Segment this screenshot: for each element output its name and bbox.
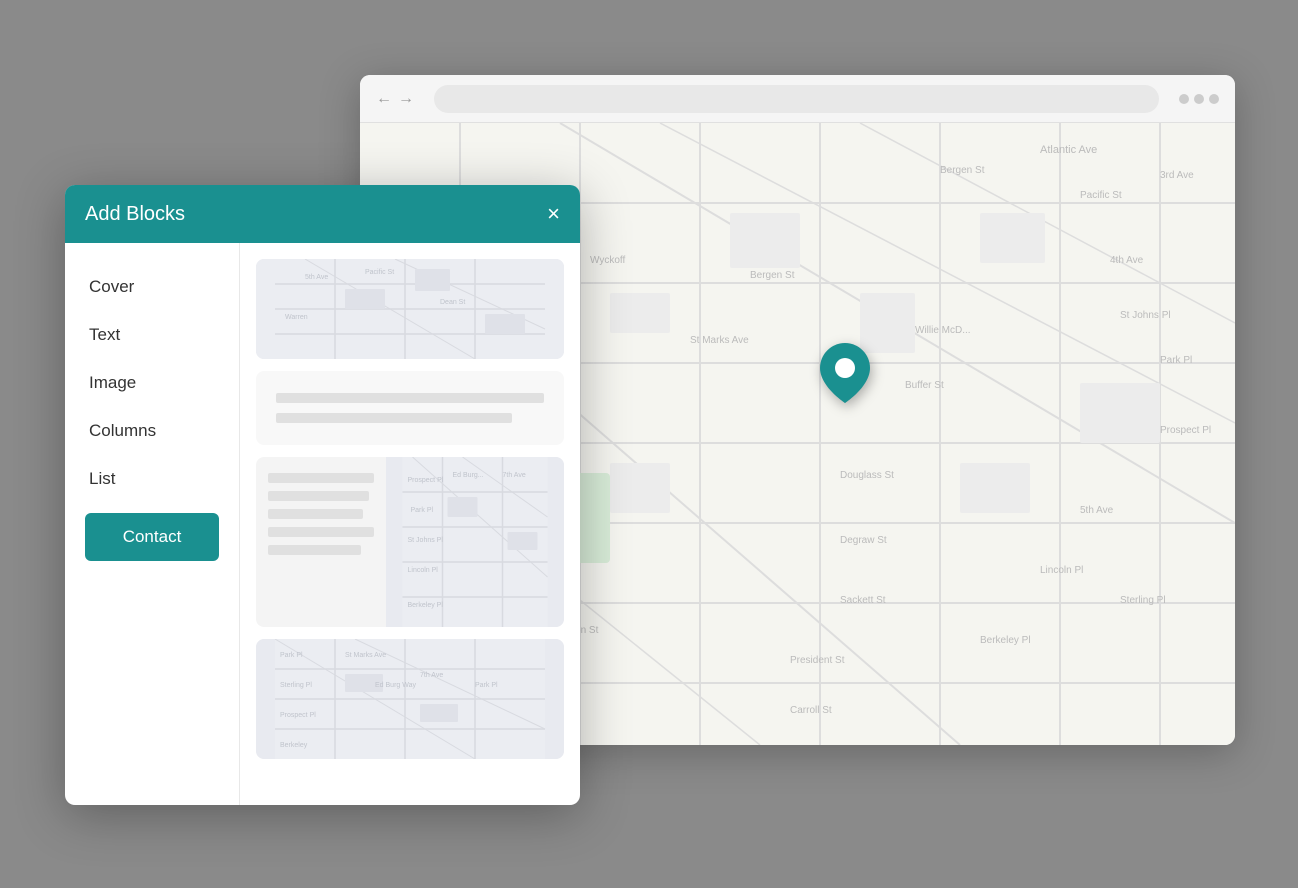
svg-text:4th Ave: 4th Ave — [1110, 255, 1144, 266]
dot-2 — [1194, 94, 1204, 104]
preview-card-cover[interactable]: 5th Ave Pacific St Dean St Warren — [256, 259, 564, 359]
contact-button[interactable]: Contact — [85, 513, 219, 561]
dot-1 — [1179, 94, 1189, 104]
svg-text:Berkeley Pl: Berkeley Pl — [980, 635, 1031, 646]
panel-body: Cover Text Image Columns List Contact — [65, 243, 580, 805]
svg-text:St Marks Ave: St Marks Ave — [690, 335, 749, 346]
browser-toolbar: ← → — [360, 75, 1235, 123]
svg-text:Carroll St: Carroll St — [790, 705, 832, 716]
svg-text:7th Ave: 7th Ave — [420, 672, 443, 679]
svg-text:Park Pl: Park Pl — [411, 507, 434, 514]
browser-nav: ← → — [376, 90, 414, 108]
back-button[interactable]: ← — [376, 90, 392, 108]
panel-header: Add Blocks × — [65, 185, 580, 243]
svg-text:Wyckoff: Wyckoff — [590, 255, 626, 266]
svg-text:Atlantic Ave: Atlantic Ave — [1040, 144, 1097, 156]
svg-text:5th Ave: 5th Ave — [1080, 505, 1114, 516]
svg-text:Berkeley: Berkeley — [280, 742, 308, 749]
svg-text:Degraw St: Degraw St — [840, 535, 887, 546]
svg-text:Sackett St: Sackett St — [840, 595, 886, 606]
svg-text:5th Ave: 5th Ave — [305, 274, 328, 281]
svg-text:Prospect Pl: Prospect Pl — [1160, 425, 1211, 436]
svg-text:7th Ave: 7th Ave — [503, 472, 526, 479]
combo-preview: Prospect Pl Park Pl St Johns Pl Lincoln … — [256, 457, 564, 627]
browser-dots — [1179, 94, 1219, 104]
map-pin — [820, 343, 870, 403]
combo-map-area: Prospect Pl Park Pl St Johns Pl Lincoln … — [386, 457, 564, 627]
add-blocks-panel: Add Blocks × Cover Text Image Columns Li… — [65, 185, 580, 805]
svg-text:Prospect Pl: Prospect Pl — [408, 477, 444, 484]
text-line-2 — [276, 413, 512, 423]
svg-text:Pacific St: Pacific St — [1080, 190, 1122, 201]
sidebar-item-image[interactable]: Image — [65, 359, 239, 407]
svg-text:Sterling Pl: Sterling Pl — [280, 682, 312, 689]
text-preview — [256, 371, 564, 445]
svg-text:Buffer St: Buffer St — [905, 380, 944, 391]
svg-text:Park Pl: Park Pl — [280, 652, 303, 659]
svg-text:Berkeley Pl: Berkeley Pl — [408, 602, 444, 609]
mini-map-1: 5th Ave Pacific St Dean St Warren — [256, 259, 564, 359]
svg-text:Park Pl: Park Pl — [475, 682, 498, 689]
svg-text:3rd Ave: 3rd Ave — [1160, 170, 1194, 181]
combo-text-area — [256, 457, 386, 627]
combo-line-1 — [268, 473, 374, 483]
sidebar-item-columns[interactable]: Columns — [65, 407, 239, 455]
svg-text:St Johns Pl: St Johns Pl — [408, 537, 444, 544]
panel-title: Add Blocks — [85, 203, 185, 226]
forward-button[interactable]: → — [398, 90, 414, 108]
svg-text:Dean St: Dean St — [440, 299, 465, 306]
sidebar-item-cover[interactable]: Cover — [65, 263, 239, 311]
svg-text:Sterling Pl: Sterling Pl — [1120, 595, 1166, 606]
url-bar[interactable] — [434, 85, 1159, 113]
sidebar-item-list[interactable]: List — [65, 455, 239, 503]
preview-card-combo[interactable]: Prospect Pl Park Pl St Johns Pl Lincoln … — [256, 457, 564, 627]
svg-text:St Marks Ave: St Marks Ave — [345, 652, 386, 659]
combo-line-3 — [268, 509, 363, 519]
svg-text:Bergen St: Bergen St — [940, 165, 985, 176]
svg-text:Lincoln Pl: Lincoln Pl — [1040, 565, 1083, 576]
svg-text:Ed Burg...: Ed Burg... — [453, 472, 484, 479]
text-line-1 — [276, 393, 544, 403]
dot-3 — [1209, 94, 1219, 104]
svg-text:Lincoln Pl: Lincoln Pl — [408, 567, 439, 574]
svg-text:Warren: Warren — [285, 314, 308, 321]
svg-text:President St: President St — [790, 655, 845, 666]
svg-text:Douglass St: Douglass St — [840, 470, 894, 481]
svg-text:St Johns Pl: St Johns Pl — [1120, 310, 1171, 321]
svg-text:Prospect Pl: Prospect Pl — [280, 712, 316, 719]
map2-preview: Park Pl St Marks Ave Sterling Pl Prospec… — [256, 639, 564, 759]
svg-text:Ed Burg Way: Ed Burg Way — [375, 682, 416, 689]
combo-line-4 — [268, 527, 374, 537]
combo-line-5 — [268, 545, 361, 555]
panel-sidebar: Cover Text Image Columns List Contact — [65, 243, 240, 805]
preview-card-text[interactable] — [256, 371, 564, 445]
cover-preview: 5th Ave Pacific St Dean St Warren — [256, 259, 564, 359]
svg-text:Bergen St: Bergen St — [750, 270, 795, 281]
svg-text:Pacific St: Pacific St — [365, 269, 394, 276]
combo-line-2 — [268, 491, 369, 501]
preview-card-map2[interactable]: Park Pl St Marks Ave Sterling Pl Prospec… — [256, 639, 564, 759]
close-button[interactable]: × — [547, 203, 560, 225]
svg-text:Park Pl: Park Pl — [1160, 355, 1192, 366]
svg-text:Willie McD...: Willie McD... — [915, 325, 971, 336]
sidebar-item-text[interactable]: Text — [65, 311, 239, 359]
panel-preview: 5th Ave Pacific St Dean St Warren — [240, 243, 580, 805]
